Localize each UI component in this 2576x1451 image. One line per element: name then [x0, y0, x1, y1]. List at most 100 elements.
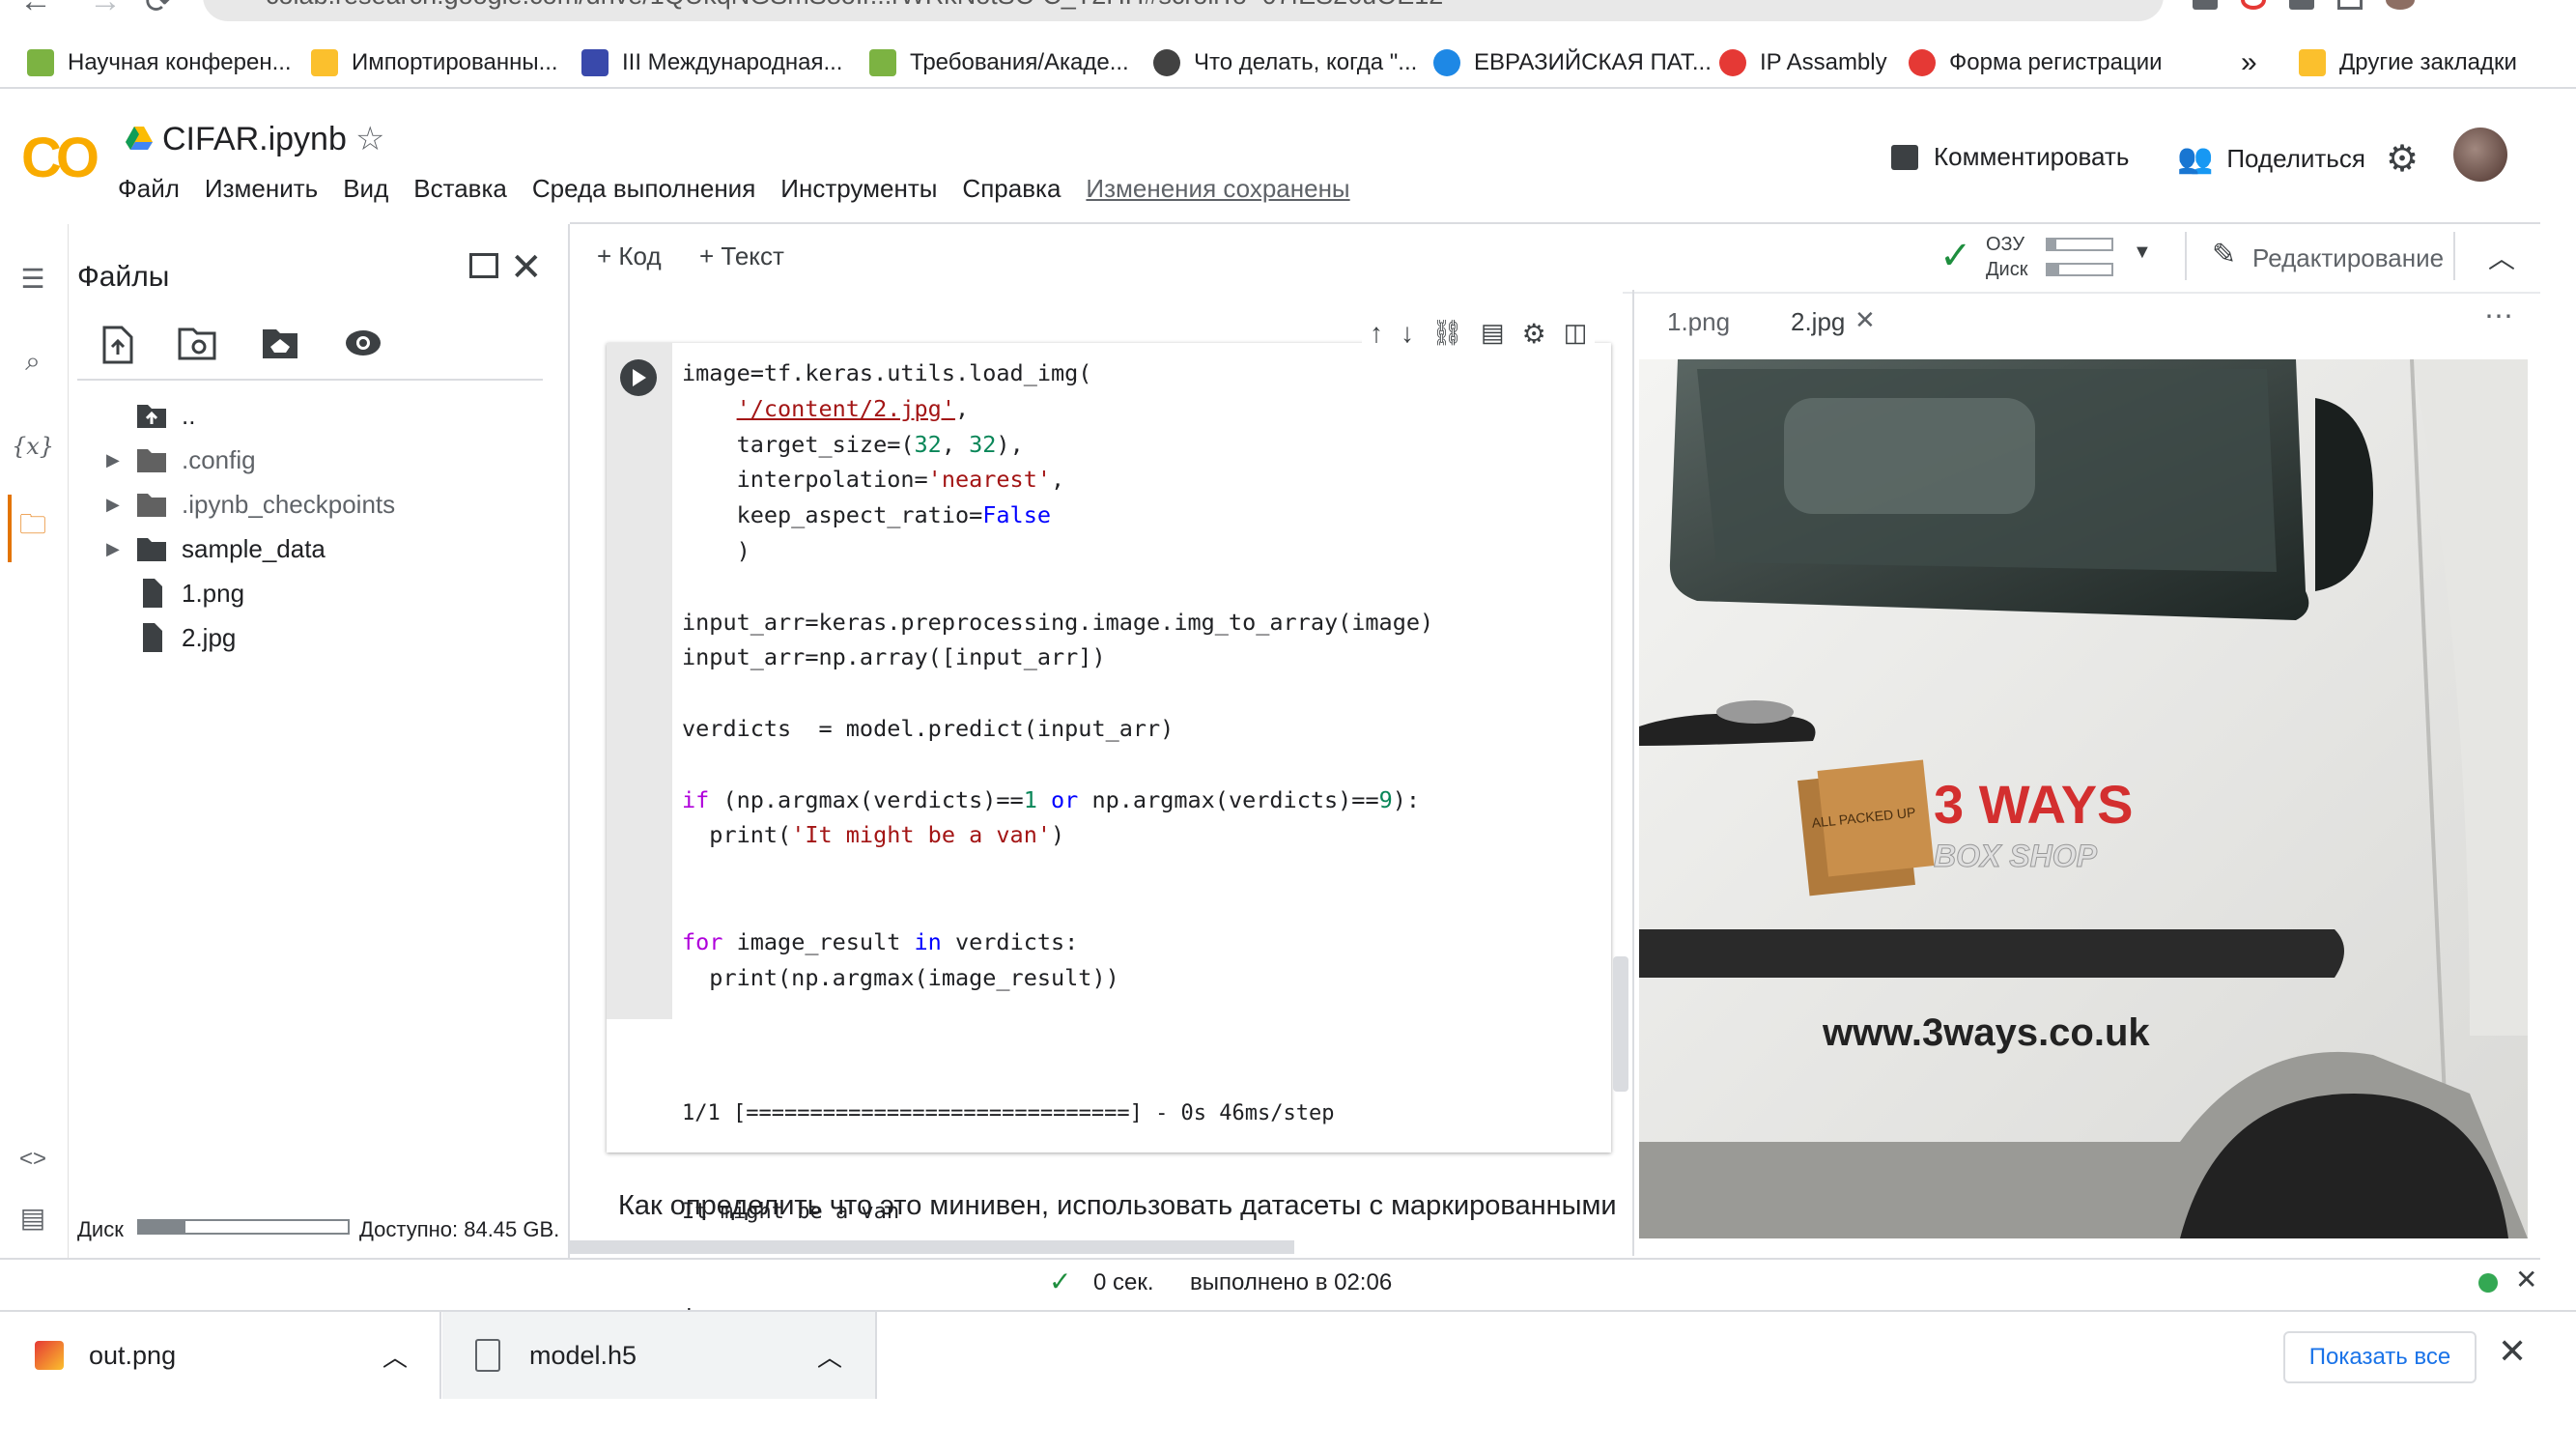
address-bar-url[interactable]: colab.research.google.com/drive/1QUkqNGS…	[266, 0, 1443, 11]
folder-icon[interactable]: 🗀	[15, 509, 50, 545]
close-icon[interactable]: ✕	[510, 245, 543, 290]
divider	[77, 379, 543, 381]
tree-item-file[interactable]: 2.jpg	[106, 618, 236, 657]
resources-dropdown-icon[interactable]: ▼	[2133, 242, 2152, 264]
refresh-folder-icon[interactable]	[178, 326, 216, 360]
saved-status[interactable]: Изменения сохранены	[1086, 174, 1349, 204]
bookmark-item[interactable]: IP Assambly	[1719, 39, 1887, 87]
bookmark-item[interactable]: Форма регистрации	[1909, 39, 2163, 87]
bookmark-item[interactable]: Требования/Акаде...	[869, 39, 1129, 87]
add-code-button[interactable]: + Код	[597, 242, 662, 271]
runtime-status-dot[interactable]	[2478, 1273, 2498, 1293]
chevron-up-icon[interactable]: ︿	[382, 1338, 408, 1374]
notebook-title[interactable]: CIFAR.ipynb	[162, 121, 347, 158]
opera-icon[interactable]	[2241, 0, 2266, 10]
open-in-tab-icon[interactable]	[469, 253, 498, 278]
colab-logo[interactable]: CO	[21, 126, 99, 190]
forward-icon[interactable]: →	[89, 0, 122, 20]
close-tab-icon[interactable]: ✕	[1854, 305, 1876, 335]
show-hidden-eye-icon[interactable]	[344, 326, 382, 360]
back-icon[interactable]: ←	[19, 0, 52, 20]
download-item[interactable]: model.h5 ︿	[442, 1312, 877, 1399]
files-panel-title: Файлы	[77, 261, 170, 293]
green-leaf-icon	[27, 49, 54, 76]
bookmark-other-folder[interactable]: Другие закладки	[2299, 39, 2517, 87]
status-time: 0 сек.	[1093, 1269, 1154, 1295]
van-url: www.3ways.co.uk	[1822, 1011, 2150, 1054]
comment-icon[interactable]: ▤	[1481, 318, 1505, 350]
file-icon	[143, 579, 162, 608]
editing-mode-button[interactable]: Редактирование	[2252, 243, 2444, 273]
bookmark-item[interactable]: Импортированны...	[311, 39, 558, 87]
menu-item-help[interactable]: Справка	[962, 174, 1061, 204]
expand-caret-icon[interactable]: ▶	[106, 495, 135, 515]
menu-item-runtime[interactable]: Среда выполнения	[532, 174, 755, 204]
tree-item-folder[interactable]: ▶ .config	[106, 441, 256, 479]
status-done[interactable]: выполнено в 02:06	[1190, 1269, 1392, 1296]
profile-avatar-icon[interactable]	[2386, 0, 2415, 10]
expand-caret-icon[interactable]: ▶	[106, 539, 135, 559]
ram-meter	[2046, 238, 2113, 251]
bookmark-item[interactable]: ЕВРАЗИЙСКАЯ ПАТ...	[1433, 39, 1712, 87]
text-cell[interactable]: Как определить что это минивен, использо…	[618, 1190, 1617, 1222]
upload-file-icon[interactable]	[102, 326, 133, 364]
viewer-tab[interactable]: 1.png	[1667, 307, 1730, 337]
command-palette-icon[interactable]: ▤	[15, 1200, 50, 1235]
bookmark-item[interactable]: Научная конферен...	[27, 39, 292, 87]
table-of-contents-icon[interactable]: ☰	[15, 261, 50, 296]
chevron-up-icon[interactable]: ︿	[817, 1338, 842, 1374]
expand-caret-icon[interactable]: ▶	[106, 450, 135, 470]
cell-settings-icon[interactable]: ⚙	[1522, 318, 1546, 350]
menu-item-file[interactable]: Файл	[118, 174, 180, 204]
download-item[interactable]: out.png ︿	[0, 1312, 441, 1399]
files-toolbar	[102, 326, 382, 364]
menu-item-tools[interactable]: Инструменты	[780, 174, 937, 204]
add-text-button[interactable]: + Текст	[699, 242, 784, 271]
more-options-icon[interactable]: ⋯	[2484, 299, 2513, 333]
disk-usage-fill	[139, 1221, 185, 1233]
mount-drive-icon[interactable]	[261, 326, 299, 360]
link-icon[interactable]: ⛓	[1431, 318, 1463, 350]
star-icon[interactable]: ☆	[355, 120, 384, 158]
folder-icon	[311, 49, 338, 76]
code-editor[interactable]: image=tf.keras.utils.load_img( '/content…	[682, 356, 1433, 995]
cell-toolbar: ↑ ↓ ⛓ ▤ ⚙ ◫	[1362, 314, 1596, 354]
user-avatar[interactable]	[2453, 128, 2507, 182]
close-downloads-icon[interactable]: ✕	[2498, 1331, 2527, 1372]
show-all-downloads-button[interactable]: Показать все	[2283, 1331, 2477, 1383]
close-status-icon[interactable]: ✕	[2515, 1264, 2537, 1295]
code-snippets-icon[interactable]: <>	[15, 1142, 50, 1177]
bookmark-item[interactable]: III Международная...	[581, 39, 842, 87]
puzzle-icon[interactable]	[2289, 0, 2314, 10]
viewer-tab-active[interactable]: 2.jpg	[1791, 307, 1845, 337]
resources-indicator[interactable]: ОЗУ Диск	[1986, 232, 2027, 282]
cell-gutter	[607, 343, 672, 1019]
tree-item-file[interactable]: 1.png	[106, 574, 244, 612]
bookmarks-overflow-button[interactable]: »	[2241, 39, 2257, 87]
reload-icon[interactable]: ⟳	[145, 0, 173, 21]
extension-icon[interactable]	[2193, 0, 2218, 10]
tree-item-parent[interactable]: ..	[106, 396, 195, 435]
tree-item-folder[interactable]: ▶ sample_data	[106, 529, 326, 568]
share-button[interactable]: 👥 Поделиться	[2177, 142, 2365, 176]
tree-item-folder[interactable]: ▶ .ipynb_checkpoints	[106, 485, 395, 524]
bookmark-item[interactable]: Что делать, когда "...	[1153, 39, 1417, 87]
search-icon[interactable]: ⌕	[15, 344, 50, 379]
menu-item-edit[interactable]: Изменить	[205, 174, 318, 204]
tab-search-icon[interactable]	[2337, 0, 2363, 10]
menu-item-insert[interactable]: Вставка	[413, 174, 507, 204]
settings-gear-icon[interactable]: ⚙	[2386, 137, 2419, 181]
owl-icon	[1153, 49, 1180, 76]
menu-item-view[interactable]: Вид	[343, 174, 388, 204]
edit-pencil-icon: ✎	[2212, 239, 2237, 270]
mirror-cell-icon[interactable]: ◫	[1564, 318, 1588, 350]
disk-meter	[2046, 263, 2113, 276]
variables-icon[interactable]: {x}	[12, 429, 54, 464]
move-down-icon[interactable]: ↓	[1401, 318, 1414, 350]
move-up-icon[interactable]: ↑	[1370, 318, 1383, 350]
notebook-scrollbar[interactable]	[1613, 956, 1628, 1092]
run-cell-button[interactable]	[620, 359, 657, 396]
comment-button[interactable]: Комментировать	[1891, 142, 2129, 172]
collapse-header-icon[interactable]: ︿	[2488, 238, 2515, 276]
horizontal-scrollbar[interactable]	[570, 1240, 1294, 1254]
